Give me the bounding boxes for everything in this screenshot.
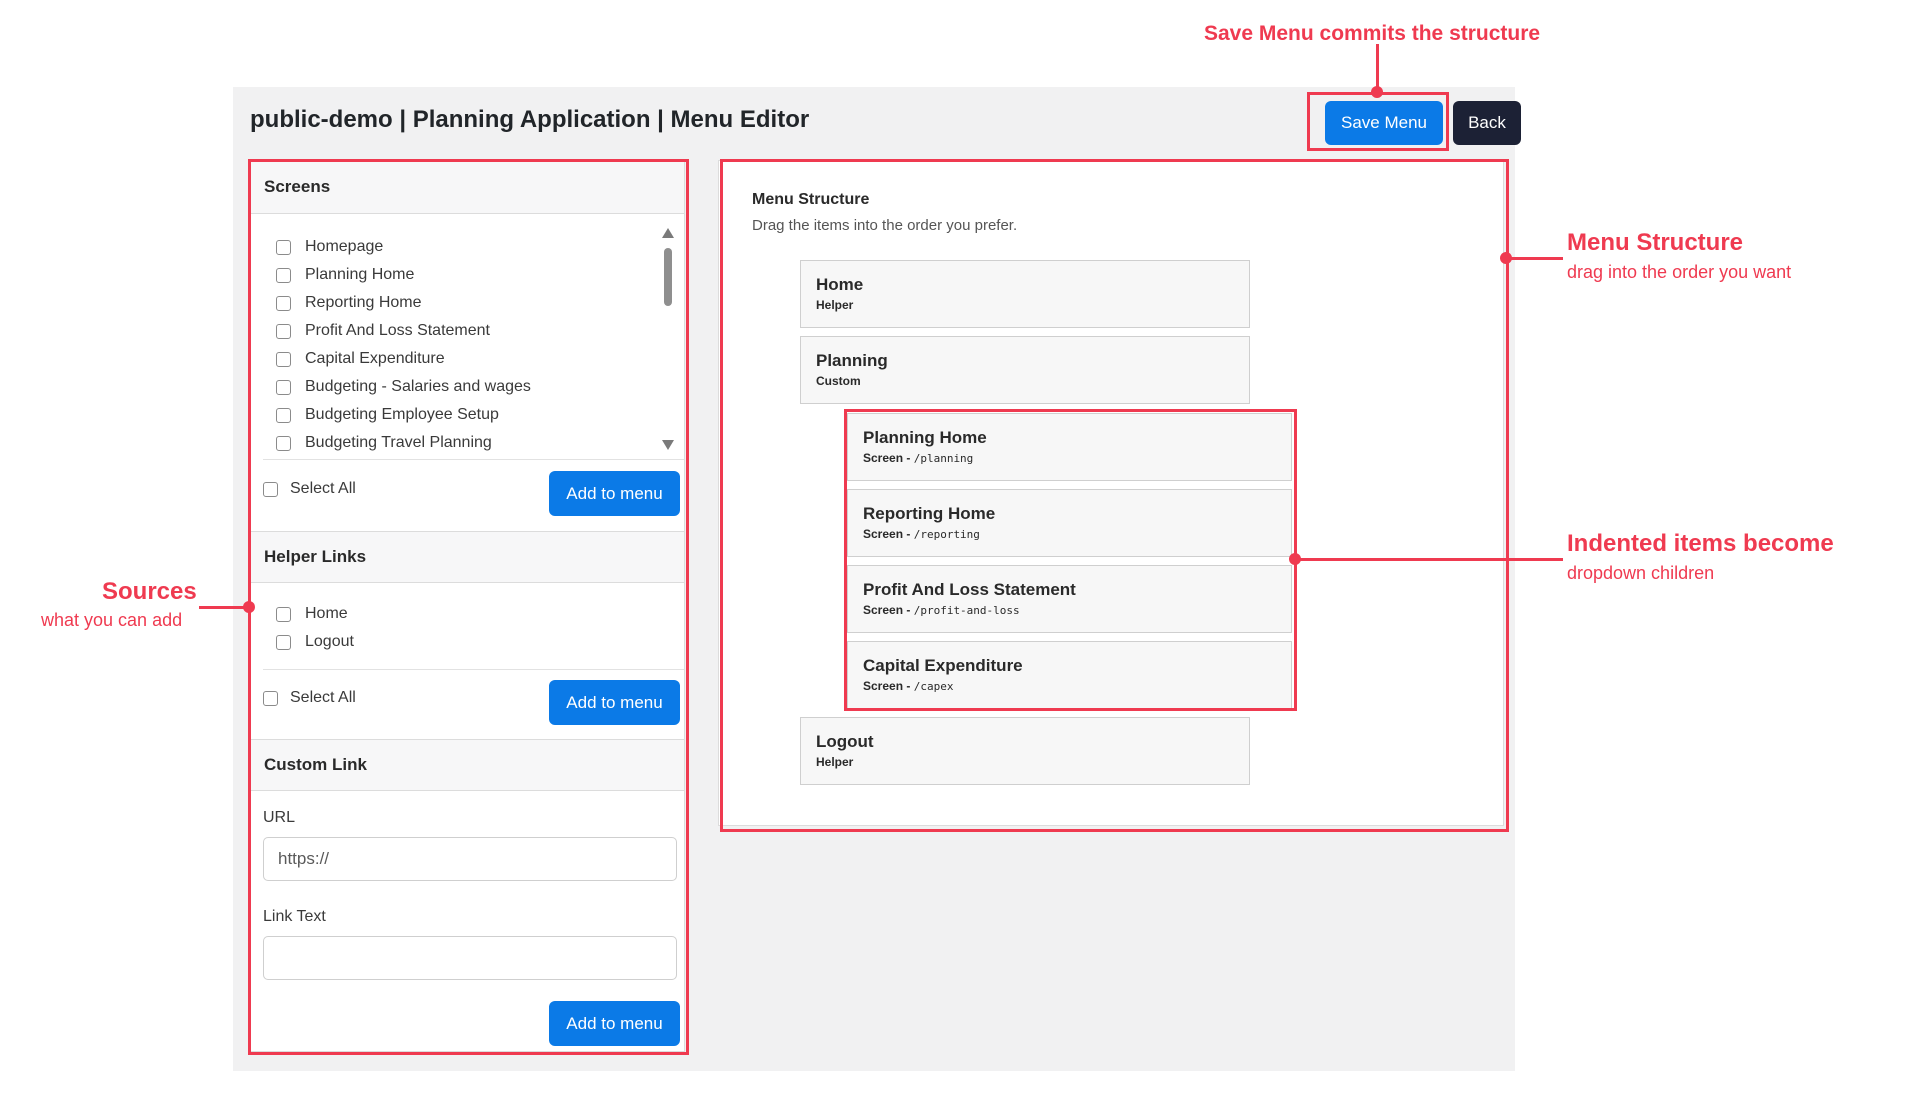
checkbox[interactable] xyxy=(276,606,291,622)
checkbox[interactable] xyxy=(276,239,291,255)
url-label: URL xyxy=(263,809,296,826)
checkbox[interactable] xyxy=(276,435,291,451)
checkbox[interactable] xyxy=(276,634,291,650)
save-menu-button[interactable]: Save Menu xyxy=(1325,101,1443,145)
checkbox[interactable] xyxy=(263,690,278,706)
save-annotation: Save Menu commits the structure xyxy=(1204,22,1541,45)
checkbox[interactable] xyxy=(276,295,291,311)
list-item[interactable]: Logout xyxy=(276,633,354,651)
menu-structure-subtitle: Drag the items into the order you prefer… xyxy=(752,217,1018,234)
menu-item-capital-expenditure[interactable]: Capital Expenditure Screen - /capex xyxy=(847,641,1292,709)
sources-annotation-title: Sources xyxy=(102,578,197,605)
indent-annotation-title: Indented items become xyxy=(1567,530,1834,557)
page-title: public-demo | Planning Application | Men… xyxy=(250,106,810,133)
list-item[interactable]: Budgeting Employee Setup xyxy=(276,406,499,424)
menu-structure-title: Menu Structure xyxy=(752,191,870,208)
list-item[interactable]: Planning Home xyxy=(276,266,414,284)
indent-callout-line xyxy=(1297,558,1563,561)
screens-heading: Screens xyxy=(251,161,684,214)
list-item[interactable]: Home xyxy=(276,605,348,623)
menu-item-planning[interactable]: Planning Custom xyxy=(800,336,1250,404)
list-item[interactable]: Reporting Home xyxy=(276,294,422,312)
helper-links-heading: Helper Links xyxy=(251,531,684,583)
structure-annotation-title: Menu Structure xyxy=(1567,229,1744,256)
divider xyxy=(263,669,684,670)
sources-callout-line xyxy=(199,606,249,609)
menu-item-planning-home[interactable]: Planning Home Screen - /planning xyxy=(847,413,1292,481)
divider xyxy=(263,459,684,460)
checkbox[interactable] xyxy=(276,407,291,423)
back-button[interactable]: Back xyxy=(1453,101,1521,145)
list-item[interactable]: Profit And Loss Statement xyxy=(276,322,490,340)
sources-annotation-sub: what you can add xyxy=(41,610,183,630)
scroll-down-icon[interactable] xyxy=(662,440,674,450)
menu-item-logout[interactable]: Logout Helper xyxy=(800,717,1250,785)
link-text-label: Link Text xyxy=(263,908,326,925)
checkbox[interactable] xyxy=(276,351,291,367)
menu-item-profit-and-loss[interactable]: Profit And Loss Statement Screen - /prof… xyxy=(847,565,1292,633)
custom-link-heading: Custom Link xyxy=(251,739,684,791)
checkbox[interactable] xyxy=(263,481,278,497)
url-input[interactable] xyxy=(263,837,677,881)
screens-add-button[interactable]: Add to menu xyxy=(549,471,680,516)
screens-select-all[interactable]: Select All xyxy=(263,480,356,498)
helper-select-all[interactable]: Select All xyxy=(263,689,356,707)
scroll-thumb[interactable] xyxy=(664,248,672,306)
link-text-input[interactable] xyxy=(263,936,677,980)
structure-annotation-sub: drag into the order you want xyxy=(1567,262,1792,282)
scrollbar-graphic[interactable] xyxy=(660,224,676,454)
menu-structure-panel: Menu Structure Drag the items into the o… xyxy=(718,160,1504,826)
indent-annotation-sub: dropdown children xyxy=(1567,563,1715,583)
structure-callout-dot xyxy=(1500,252,1512,264)
sources-callout-dot xyxy=(243,601,255,613)
screens-list[interactable]: Homepage Planning Home Reporting Home Pr… xyxy=(251,214,684,459)
list-item[interactable]: Capital Expenditure xyxy=(276,350,445,368)
sources-panel: Screens Homepage Planning Home Reporting… xyxy=(250,160,685,1052)
list-item[interactable]: Budgeting - Salaries and wages xyxy=(276,378,531,396)
structure-callout-line xyxy=(1505,257,1563,260)
checkbox[interactable] xyxy=(276,323,291,339)
menu-item-home[interactable]: Home Helper xyxy=(800,260,1250,328)
helper-add-button[interactable]: Add to menu xyxy=(549,680,680,725)
checkbox[interactable] xyxy=(276,267,291,283)
save-callout-line xyxy=(1376,44,1379,92)
list-item[interactable]: Homepage xyxy=(276,238,383,256)
menu-item-reporting-home[interactable]: Reporting Home Screen - /reporting xyxy=(847,489,1292,557)
custom-add-button[interactable]: Add to menu xyxy=(549,1001,680,1046)
checkbox[interactable] xyxy=(276,379,291,395)
scroll-up-icon[interactable] xyxy=(662,228,674,238)
screens-scrollbar[interactable] xyxy=(660,224,676,454)
save-callout-dot xyxy=(1371,86,1383,98)
indent-callout-dot xyxy=(1289,553,1301,565)
list-item[interactable]: Budgeting Travel Planning xyxy=(276,434,492,452)
